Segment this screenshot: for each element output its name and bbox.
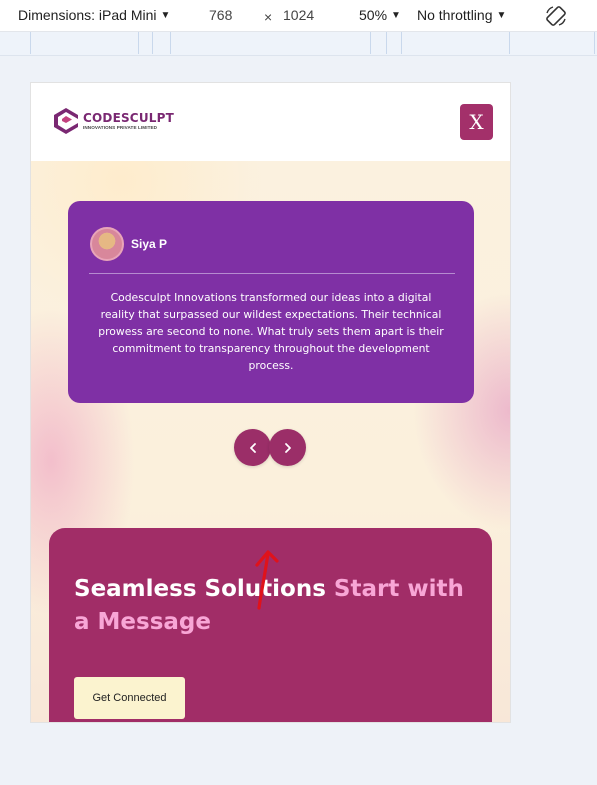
testimonial-author: Siya P [131,237,168,251]
testimonial-card: Siya P Codesculpt Innovations transforme… [68,201,474,403]
carousel-prev-button[interactable] [234,429,271,466]
throttling-dropdown[interactable]: No throttling ▼ [417,7,506,23]
caret-down-icon: ▼ [496,9,507,21]
height-input[interactable]: 1024 [283,7,314,23]
rotate-icon[interactable] [544,4,568,28]
hero-section: Siya P Codesculpt Innovations transforme… [31,161,510,722]
chevron-left-icon [249,442,256,453]
width-input[interactable]: 768 [209,7,232,23]
red-arrow-annotation-icon [255,550,279,610]
codesculpt-logo[interactable]: CODESCULPT INNOVATIONS PRIVATE LIMITED [52,106,174,136]
carousel-next-button[interactable] [269,429,306,466]
testimonial-quote: Codesculpt Innovations transformed our i… [98,291,444,372]
device-viewport: CODESCULPT INNOVATIONS PRIVATE LIMITED X… [30,82,511,723]
carousel-nav [234,429,306,466]
zoom-value: 50% [359,7,388,23]
device-dimensions-dropdown[interactable]: Dimensions: iPad Mini ▼ [18,7,170,23]
logo-name: CODESCULPT [83,110,174,125]
width-value: 768 [209,7,233,23]
height-value: 1024 [283,7,315,23]
caret-down-icon: ▼ [391,9,401,21]
zoom-dropdown[interactable]: 50% ▼ [359,7,401,23]
chevron-right-icon [284,442,291,453]
throttling-value: No throttling [417,7,493,23]
site-header: CODESCULPT INNOVATIONS PRIVATE LIMITED X [31,83,510,161]
caret-down-icon: ▼ [160,9,171,21]
divider [89,273,455,274]
times-icon: × [264,9,273,25]
codesculpt-logo-icon [54,108,78,134]
cta-heading-white: Seamless Solutions [74,576,334,602]
logo-subtitle: INNOVATIONS PRIVATE LIMITED [83,124,158,130]
media-query-ruler [0,32,597,56]
devtools-device-toolbar: Dimensions: iPad Mini ▼ 768 × 1024 50% ▼… [0,0,597,32]
avatar [90,227,124,261]
device-dimensions-label: Dimensions: iPad Mini [18,7,157,23]
close-menu-button[interactable]: X [460,104,493,140]
get-connected-button[interactable]: Get Connected [74,677,185,719]
